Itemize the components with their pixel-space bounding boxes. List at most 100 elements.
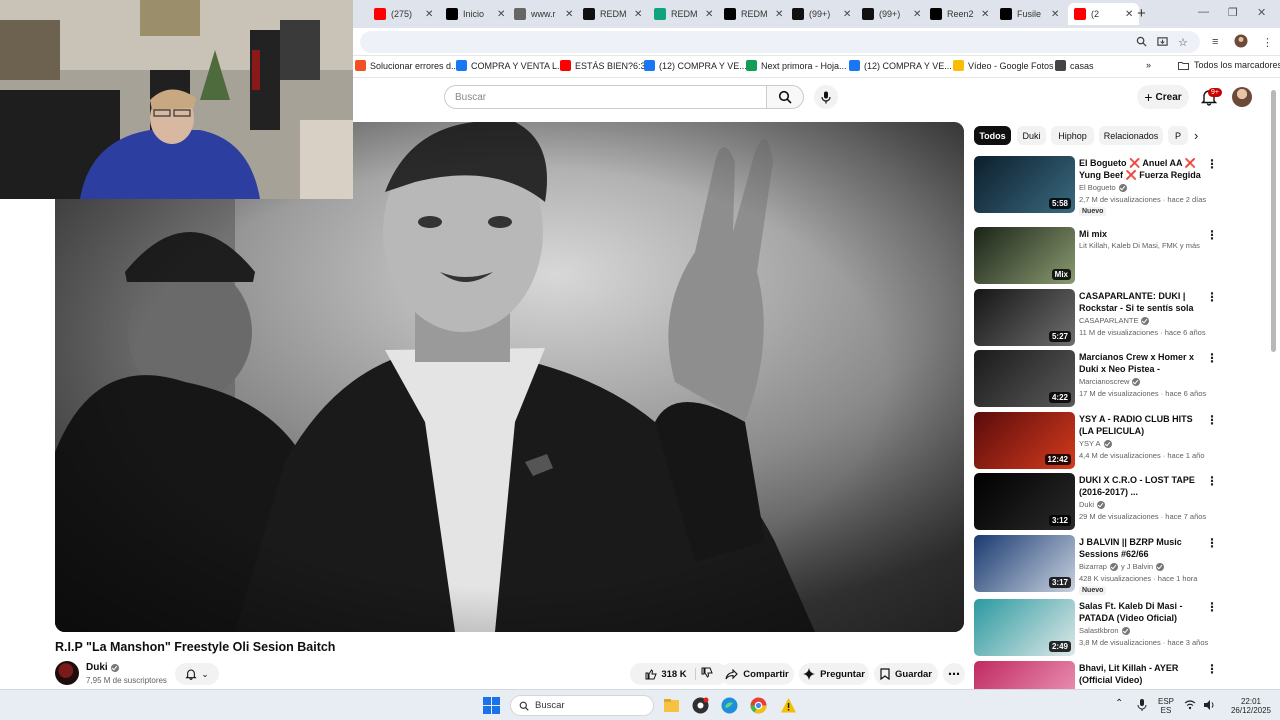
volume-icon[interactable] [1203, 699, 1215, 711]
more-options-icon[interactable]: ⋮ [1206, 352, 1218, 364]
share-button[interactable]: Compartir [720, 663, 794, 685]
bookmark-item[interactable]: Vídeo - Google Fotos [953, 60, 1054, 71]
filter-chip[interactable]: Hiphop [1051, 126, 1094, 145]
channel-name[interactable]: Duki [86, 662, 119, 673]
all-bookmarks-button[interactable]: Todos los marcadores [1178, 60, 1280, 70]
more-options-icon[interactable]: ⋮ [1206, 663, 1218, 675]
video-thumbnail[interactable]: Mix [974, 227, 1075, 284]
account-avatar[interactable] [1232, 87, 1252, 107]
tab-close-icon[interactable]: ✕ [1051, 9, 1059, 20]
tray-microphone-icon[interactable] [1136, 698, 1148, 712]
video-thumbnail[interactable]: 3:12 [974, 473, 1075, 530]
recommendation-channel[interactable]: YSY A [1079, 439, 1112, 448]
recommendation-title[interactable]: Bhavi, Lit Killah - AYER (Official Video… [1079, 662, 1201, 686]
recommendation-item[interactable]: 5:58 El Bogueto ❌ Anuel AA ❌ Yung Beef ❌ … [974, 156, 1220, 216]
new-tab-button[interactable]: + [1137, 5, 1146, 22]
tab-close-icon[interactable]: ✕ [775, 9, 783, 20]
recommendation-item[interactable]: 12:42 YSY A - RADIO CLUB HITS (LA PELICUL… [974, 412, 1220, 470]
recommendation-item[interactable]: 3:17 J BALVIN || BZRP Music Sessions #62/… [974, 535, 1220, 595]
tab-close-icon[interactable]: ✕ [981, 9, 989, 20]
browser-tab[interactable]: Reen2 ✕ [930, 3, 989, 25]
zoom-icon[interactable] [1136, 36, 1147, 50]
tray-overflow-icon[interactable]: ⌃ [1115, 699, 1123, 709]
like-button[interactable]: 318 K [645, 668, 696, 680]
bookmark-item[interactable]: Solucionar errores d... [355, 60, 459, 71]
voice-search-button[interactable] [814, 85, 838, 109]
filter-chip[interactable]: Duki [1017, 126, 1046, 145]
video-thumbnail[interactable]: 5:58 [974, 156, 1075, 213]
omnibox[interactable] [360, 31, 1200, 53]
more-options-icon[interactable]: ⋮ [1206, 158, 1218, 170]
browser-tab[interactable]: Fusile ✕ [1000, 3, 1059, 25]
subscription-bell-button[interactable]: ⌄ [175, 663, 219, 685]
browser-tab[interactable]: REDM ✕ [724, 3, 783, 25]
recommendation-channel[interactable]: Lit Killah, Kaleb Di Masi, FMK y más [1079, 241, 1200, 250]
recommendation-channel[interactable]: El Bogueto [1079, 183, 1127, 192]
bookmark-item[interactable]: casas [1055, 60, 1094, 71]
recommendation-title[interactable]: YSY A - RADIO CLUB HITS (LA PELICULA) [1079, 413, 1201, 437]
recommendation-channel[interactable]: Duki [1079, 500, 1106, 509]
language-indicator[interactable]: ESP ES [1158, 697, 1174, 715]
bookmark-item[interactable]: Next primora - Hoja... [746, 60, 847, 71]
tab-close-icon[interactable]: ✕ [497, 9, 505, 20]
youtube-search-input[interactable]: Buscar [444, 85, 766, 109]
video-thumbnail[interactable]: 12:42 [974, 412, 1075, 469]
minimize-icon[interactable]: — [1198, 6, 1209, 18]
recommendation-item[interactable]: 4:22 Marcianos Crew x Homer x Duki x Neo … [974, 350, 1220, 408]
tab-close-icon[interactable]: ✕ [1125, 9, 1133, 20]
recommendation-channel[interactable]: CASAPARLANTE [1079, 316, 1150, 325]
more-options-icon[interactable]: ⋮ [1206, 537, 1218, 549]
create-button[interactable]: + Crear [1137, 85, 1189, 109]
recommendation-channel[interactable]: Salastkbron [1079, 626, 1130, 635]
recommendation-item[interactable]: 5:27 CASAPARLANTE: DUKI | Rockstar - Si t… [974, 289, 1220, 347]
recommendation-item[interactable]: 3:12 DUKI X C.R.O - LOST TAPE (2016-2017)… [974, 473, 1220, 531]
filter-chip[interactable]: Todos [974, 126, 1011, 145]
taskbar-search-input[interactable]: Buscar [510, 695, 654, 716]
tab-close-icon[interactable]: ✕ [634, 9, 642, 20]
media-controls-icon[interactable]: ≡ [1212, 36, 1218, 48]
video-thumbnail[interactable]: 5:27 [974, 289, 1075, 346]
browser-menu-icon[interactable]: ⋮ [1262, 36, 1273, 49]
recommendation-title[interactable]: El Bogueto ❌ Anuel AA ❌ Yung Beef ❌ Fuer… [1079, 157, 1201, 181]
recommendation-title[interactable]: J BALVIN || BZRP Music Sessions #62/66 [1079, 536, 1201, 560]
more-options-icon[interactable]: ⋮ [1206, 475, 1218, 487]
ask-button[interactable]: Preguntar [799, 663, 869, 685]
edge-icon[interactable] [721, 697, 738, 714]
bookmark-item[interactable]: (12) COMPRA Y VE... [644, 60, 747, 71]
tab-close-icon[interactable]: ✕ [425, 9, 433, 20]
tab-close-icon[interactable]: ✕ [565, 9, 573, 20]
recommendation-channel[interactable]: Bizarrap y J Balvin [1079, 562, 1165, 571]
bookmark-star-icon[interactable]: ☆ [1178, 36, 1188, 49]
bookmarks-overflow-button[interactable]: » [1146, 60, 1151, 70]
search-button[interactable] [766, 85, 804, 109]
more-options-icon[interactable]: ⋮ [1206, 291, 1218, 303]
maximize-icon[interactable]: ❐ [1228, 6, 1238, 19]
browser-tab[interactable]: Inicio ✕ [446, 3, 505, 25]
dislike-button[interactable] [701, 667, 713, 682]
filter-chip[interactable]: P [1168, 126, 1188, 145]
install-app-icon[interactable] [1157, 36, 1168, 50]
browser-tab[interactable]: (275) ✕ [374, 3, 433, 25]
recommendation-item[interactable]: 2:49 Salas Ft. Kaleb Di Masi - PATADA (Vi… [974, 599, 1220, 657]
tab-close-icon[interactable]: ✕ [913, 9, 921, 20]
window-close-icon[interactable]: ✕ [1257, 6, 1266, 19]
bookmark-item[interactable]: ESTÁS BIEN?6:33 [560, 60, 651, 71]
profile-avatar-icon[interactable] [1234, 34, 1248, 51]
browser-tab[interactable]: www.r ✕ [514, 3, 573, 25]
save-button[interactable]: Guardar [874, 663, 938, 685]
bookmark-item[interactable]: COMPRA Y VENTA L... [456, 60, 565, 71]
file-explorer-icon[interactable] [663, 697, 680, 714]
channel-avatar[interactable] [55, 661, 79, 685]
warning-icon[interactable] [780, 697, 797, 714]
windows-start-icon[interactable] [483, 697, 500, 714]
browser-tab[interactable]: (2 ✕ [1068, 3, 1140, 25]
tab-close-icon[interactable]: ✕ [843, 9, 851, 20]
bookmark-item[interactable]: (12) COMPRA Y VE... [849, 60, 952, 71]
chips-next-icon[interactable]: › [1194, 128, 1198, 143]
browser-tab[interactable]: REDM ✕ [654, 3, 713, 25]
chrome-icon[interactable] [750, 697, 767, 714]
page-scrollbar[interactable] [1271, 90, 1276, 352]
more-actions-button[interactable]: ⋯ [943, 663, 965, 685]
video-thumbnail[interactable]: 4:22 [974, 350, 1075, 407]
wifi-icon[interactable] [1184, 699, 1196, 711]
